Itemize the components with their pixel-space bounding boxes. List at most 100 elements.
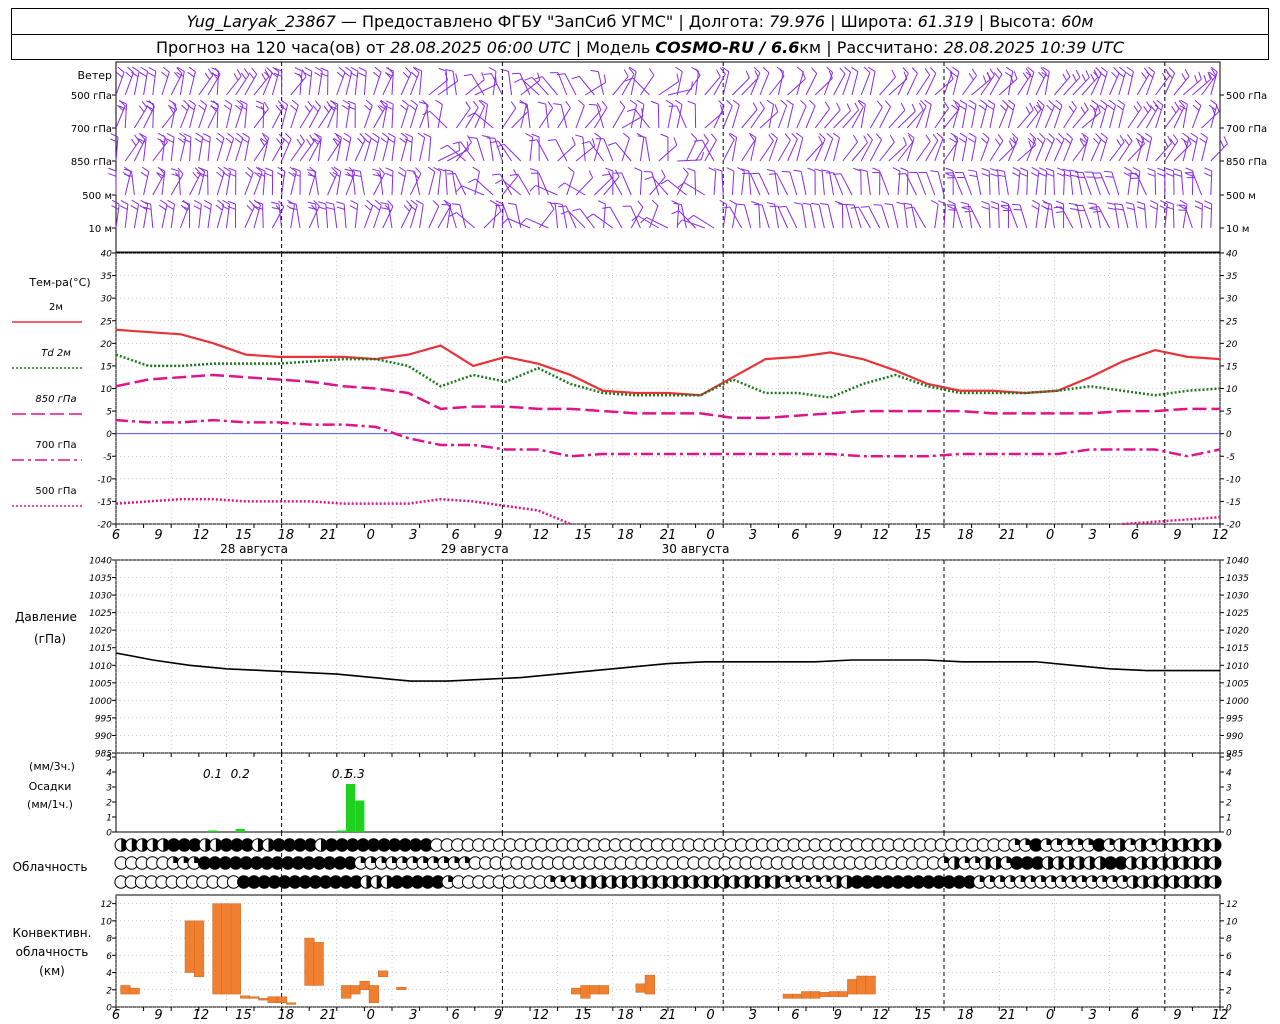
wind-barb-feather: [240, 72, 247, 80]
wind-barb-feather: [872, 167, 881, 172]
wind-barb: [520, 104, 527, 129]
wind-barb: [400, 72, 412, 96]
wind-barb: [821, 171, 825, 196]
precip-bar: [235, 829, 245, 832]
wind-barb-feather: [990, 206, 999, 210]
legend-label: 2м: [49, 302, 63, 313]
wind-barb: [869, 139, 883, 162]
wind-barb-feather: [1173, 168, 1182, 172]
convective-bar: [359, 980, 370, 990]
wind-barb-feather: [373, 204, 380, 211]
wind-barb: [1144, 204, 1147, 229]
wind-barb: [262, 171, 266, 196]
wind-barb-feather: [216, 171, 224, 178]
wind-barb-feather: [234, 137, 242, 144]
wind-barb-feather: [1126, 207, 1135, 210]
day-label: 30 августа: [662, 542, 730, 556]
precip-bar: [208, 830, 218, 832]
wind-barb: [262, 203, 264, 229]
wind-barb: [124, 104, 128, 129]
wind-barb-feather: [571, 75, 580, 80]
wind-barb-feather: [981, 173, 990, 177]
wind-barb-feather: [1066, 132, 1073, 140]
precip-bar: [346, 784, 356, 832]
wind-barb-feather: [1132, 166, 1141, 172]
wind-barb-feather: [982, 75, 987, 84]
wind-barb: [988, 170, 991, 196]
wind-barb-feather: [215, 204, 223, 211]
wind-barb-feather: [364, 204, 372, 211]
wind-barb-feather: [1203, 205, 1212, 210]
wind-barb: [1008, 205, 1019, 229]
wind-barb-feather: [401, 99, 409, 106]
wind-barb-feather: [794, 202, 803, 205]
y-tick-label-left: -5: [103, 453, 112, 463]
wind-barb-feather: [1223, 136, 1228, 144]
wind-barb-feather: [1000, 205, 1009, 210]
wind-barb: [694, 170, 697, 196]
wind-barb-feather: [202, 138, 210, 143]
wind-barb-feather: [217, 166, 225, 173]
wind-barb-feather: [157, 132, 166, 138]
wind-barb-feather: [357, 137, 364, 145]
wind-barb-feather: [959, 99, 967, 105]
wind-barb-feather: [207, 68, 214, 76]
wind-barb: [796, 71, 804, 96]
x-tick-label: 12: [532, 1008, 549, 1023]
wind-barb-feather: [510, 101, 517, 109]
convective-bar: [635, 983, 646, 993]
x-tick-label: 15: [235, 1008, 252, 1023]
wind-barb-feather: [181, 104, 188, 111]
convective-bar: [184, 920, 195, 973]
y-tick-label-left: 2: [106, 799, 112, 809]
wind-barb-feather: [591, 138, 596, 147]
wind-barb-feather: [818, 135, 823, 144]
convective-bar: [580, 985, 591, 999]
wind-barb-feather: [416, 199, 424, 205]
y-tick-label-right: 30: [1226, 295, 1238, 305]
wind-barb: [952, 204, 956, 229]
x-tick-label: 12: [1212, 1008, 1229, 1023]
wind-barb-feather: [1185, 167, 1194, 172]
wind-barb-feather: [729, 199, 737, 205]
wind-barb-feather: [131, 199, 139, 205]
wind-barb-feather: [1189, 137, 1197, 144]
wind-barb: [244, 205, 256, 229]
wind-barb: [1082, 205, 1092, 229]
wind-barb: [295, 204, 301, 229]
x-tick-label: 21: [999, 528, 1016, 543]
wind-barb-feather: [791, 133, 798, 140]
wind-barb: [409, 137, 413, 162]
wind-barb-feather: [276, 138, 283, 146]
legend-label: 700 гПа: [35, 440, 76, 451]
wind-barb-feather: [233, 73, 239, 81]
wind-barb-feather: [930, 170, 939, 173]
wind-barb-feather: [1137, 132, 1145, 139]
wind-barb: [741, 109, 758, 129]
wind-barb: [419, 71, 423, 96]
wind-barb-feather: [432, 200, 440, 207]
wind-barb-feather: [168, 99, 177, 105]
wind-barb-feather: [560, 210, 569, 215]
wind-barb-feather: [686, 214, 694, 221]
wind-barb-feather: [1194, 75, 1198, 83]
wind-barb-feather: [1135, 137, 1143, 144]
wind-barb: [1044, 171, 1048, 196]
y-tick-label-left: 3: [106, 784, 112, 794]
convective-bar: [644, 974, 655, 995]
wind-barb-feather: [296, 138, 302, 146]
wind-barb-feather: [372, 71, 380, 78]
wind-barb-feather: [636, 99, 645, 105]
wind-barb: [179, 105, 190, 129]
wind-barb-feather: [1071, 101, 1077, 109]
y-tick-label-right: 995: [1226, 714, 1243, 724]
wind-barb-feather: [603, 74, 607, 83]
wind-barb-feather: [343, 132, 352, 138]
wind-barb-feather: [891, 69, 896, 78]
y-tick-label-left: 1035: [89, 574, 112, 584]
wind-barb: [382, 73, 394, 96]
wind-barb-feather: [971, 68, 977, 76]
wind-barb-feather: [839, 67, 846, 75]
wind-barb-feather: [996, 67, 1003, 75]
x-tick-label: 12: [872, 528, 889, 543]
